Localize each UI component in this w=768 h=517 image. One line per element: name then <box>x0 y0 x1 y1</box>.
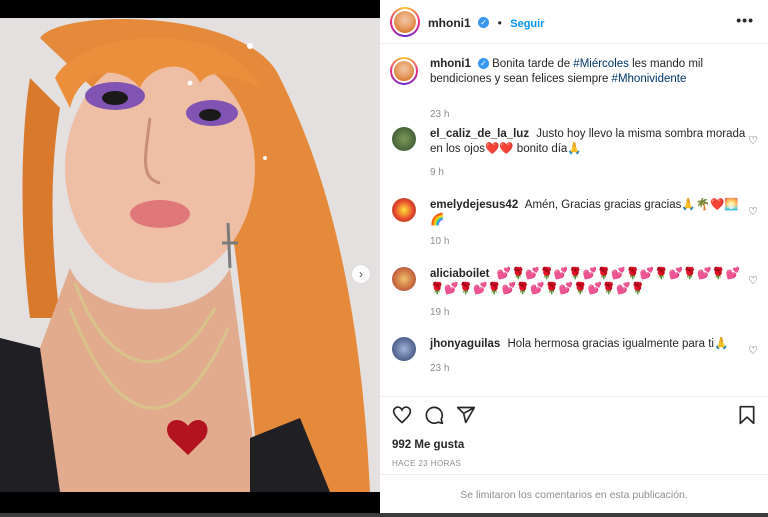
next-slide-button[interactable]: › <box>351 264 371 284</box>
commenter-username[interactable]: jhonyaguilas <box>430 338 500 350</box>
like-count[interactable]: 992 Me gusta <box>392 439 464 451</box>
separator: • <box>497 16 502 30</box>
verified-badge-icon: ✓ <box>478 17 490 29</box>
share-icon[interactable] <box>456 405 476 425</box>
comment-icon[interactable] <box>424 405 444 425</box>
commenter-avatar[interactable] <box>392 267 416 291</box>
more-options-icon[interactable]: ••• <box>736 12 754 28</box>
post-media: › <box>0 0 380 492</box>
comment-text: jhonyaguilas Hola hermosa gracias igualm… <box>430 337 748 352</box>
header-meta: mhoni1 ✓ • Seguir <box>428 14 544 32</box>
comment-time: 19 h <box>430 307 450 318</box>
comment-time: 9 h <box>430 167 444 178</box>
commenter-avatar[interactable] <box>392 337 416 361</box>
caption-body: Bonita tarde de <box>492 58 574 70</box>
comment-row: jhonyaguilas Hola hermosa gracias igualm… <box>390 337 760 377</box>
portrait-illustration <box>0 18 380 492</box>
post-timestamp[interactable]: HACE 23 HORAS <box>392 459 461 468</box>
comments-list: mhoni1 ✓ Bonita tarde de #Miércoles les m… <box>380 45 768 395</box>
caption-row: mhoni1 ✓ Bonita tarde de #Miércoles les m… <box>390 57 760 120</box>
bookmark-icon[interactable] <box>738 405 756 425</box>
post-header: mhoni1 ✓ • Seguir ••• <box>380 0 768 44</box>
comment-text: el_caliz_de_la_luz Justo hoy llevo la mi… <box>430 127 748 157</box>
commenter-username[interactable]: emelydejesus42 <box>430 199 518 211</box>
author-avatar[interactable] <box>390 7 420 37</box>
comment-body: Hola hermosa gracias igualmente para ti🙏 <box>507 338 729 350</box>
comment-text: emelydejesus42 Amén, Gracias gracias gra… <box>430 198 748 228</box>
comment-time: 10 h <box>430 236 450 247</box>
instagram-post-modal: › mhoni1 ✓ • Seguir ••• mhoni1 ✓ Bonita … <box>0 0 768 517</box>
commenter-username[interactable]: el_caliz_de_la_luz <box>430 128 529 140</box>
comment-like-heart-icon[interactable]: ♡ <box>748 274 758 287</box>
comment-like-heart-icon[interactable]: ♡ <box>748 344 758 357</box>
comment-like-heart-icon[interactable]: ♡ <box>748 134 758 147</box>
heart-icon[interactable] <box>392 405 412 425</box>
commenter-avatar[interactable] <box>392 127 416 151</box>
post-side-panel: mhoni1 ✓ • Seguir ••• mhoni1 ✓ Bonita tar… <box>380 0 768 513</box>
commenter-avatar[interactable] <box>392 198 416 222</box>
comment-like-heart-icon[interactable]: ♡ <box>748 205 758 218</box>
comment-row: aliciaboilet 💕🌹💕🌹💕🌹💕🌹💕🌹💕🌹💕🌹💕🌹💕🌹💕🌹💕🌹💕🌹💕🌹💕… <box>390 267 760 318</box>
caption-username[interactable]: mhoni1 <box>430 58 471 70</box>
comment-row: emelydejesus42 Amén, Gracias gracias gra… <box>390 198 760 248</box>
comments-limited-notice: Se limitaron los comentarios en esta pub… <box>380 474 768 514</box>
post-actions: 992 Me gusta HACE 23 HORAS Se limitaron … <box>380 396 768 513</box>
hashtag-link[interactable]: #Mhonividente <box>612 73 687 85</box>
commenter-username[interactable]: aliciaboilet <box>430 268 489 280</box>
author-username[interactable]: mhoni1 <box>428 16 471 30</box>
comment-text: aliciaboilet 💕🌹💕🌹💕🌹💕🌹💕🌹💕🌹💕🌹💕🌹💕🌹💕🌹💕🌹💕🌹💕🌹💕… <box>430 267 748 297</box>
bottom-edge <box>0 513 768 517</box>
caption-time: 23 h <box>430 109 450 120</box>
verified-badge-icon: ✓ <box>477 58 489 70</box>
follow-button[interactable]: Seguir <box>510 18 544 30</box>
caption-avatar[interactable] <box>390 57 418 85</box>
caption-text: mhoni1 ✓ Bonita tarde de #Miércoles les m… <box>430 57 748 87</box>
comment-time: 23 h <box>430 363 450 374</box>
post-photo[interactable]: › <box>0 18 380 492</box>
comment-row: el_caliz_de_la_luz Justo hoy llevo la mi… <box>390 127 760 178</box>
hashtag-link[interactable]: #Miércoles <box>573 58 629 70</box>
